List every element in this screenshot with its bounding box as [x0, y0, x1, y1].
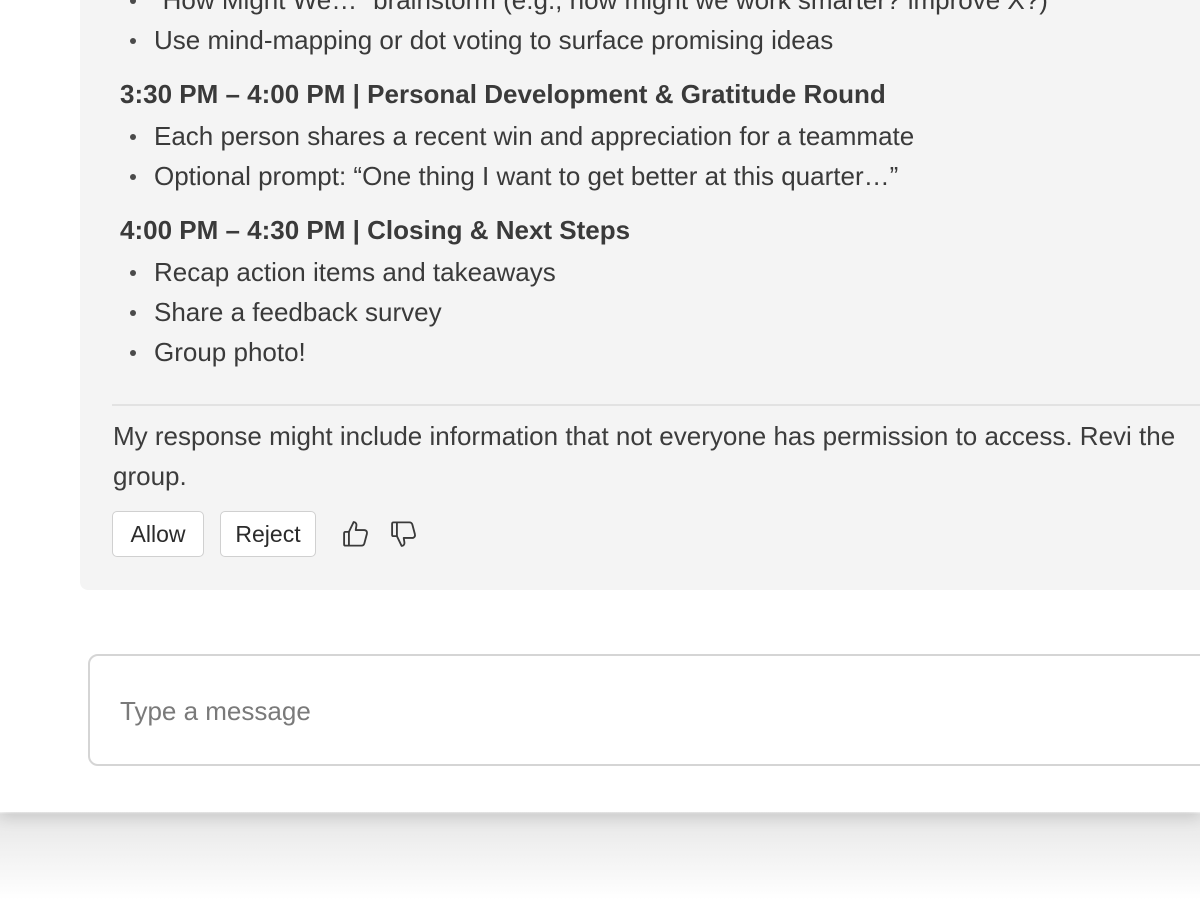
message-input[interactable] [120, 686, 1170, 736]
list-item: Recap action items and takeaways [120, 252, 1200, 292]
agenda-content: “How Might We…” brainstorm (e.g., how mi… [120, 0, 1200, 372]
agenda-section-closing: 4:00 PM – 4:30 PM | Closing & Next Steps… [120, 196, 1200, 372]
allow-button[interactable]: Allow [112, 511, 204, 557]
permission-disclaimer: My response might include information th… [113, 421, 1176, 491]
agenda-top-list: “How Might We…” brainstorm (e.g., how mi… [120, 0, 1200, 60]
section-list: Recap action items and takeaways Share a… [120, 252, 1200, 372]
section-list: Each person shares a recent win and appr… [120, 116, 1200, 196]
list-item: Use mind-mapping or dot voting to surfac… [120, 20, 1200, 60]
message-divider [112, 404, 1200, 406]
list-item: Share a feedback survey [120, 292, 1200, 332]
section-heading: 3:30 PM – 4:00 PM | Personal Development… [120, 79, 886, 109]
message-actions: Allow Reject [112, 510, 424, 558]
list-item: Each person shares a recent win and appr… [120, 116, 1200, 156]
thumbs-down-icon[interactable] [384, 514, 424, 554]
reject-button[interactable]: Reject [220, 511, 316, 557]
list-item: Optional prompt: “One thing I want to ge… [120, 156, 1200, 196]
section-heading: 4:00 PM – 4:30 PM | Closing & Next Steps [120, 215, 631, 245]
chat-window: “How Might We…” brainstorm (e.g., how mi… [0, 0, 1200, 812]
thumbs-up-icon[interactable] [336, 514, 376, 554]
message-composer [88, 654, 1200, 766]
list-item: Group photo! [120, 332, 1200, 372]
list-item: “How Might We…” brainstorm (e.g., how mi… [120, 0, 1200, 20]
agenda-section-gratitude: 3:30 PM – 4:00 PM | Personal Development… [120, 60, 1200, 196]
